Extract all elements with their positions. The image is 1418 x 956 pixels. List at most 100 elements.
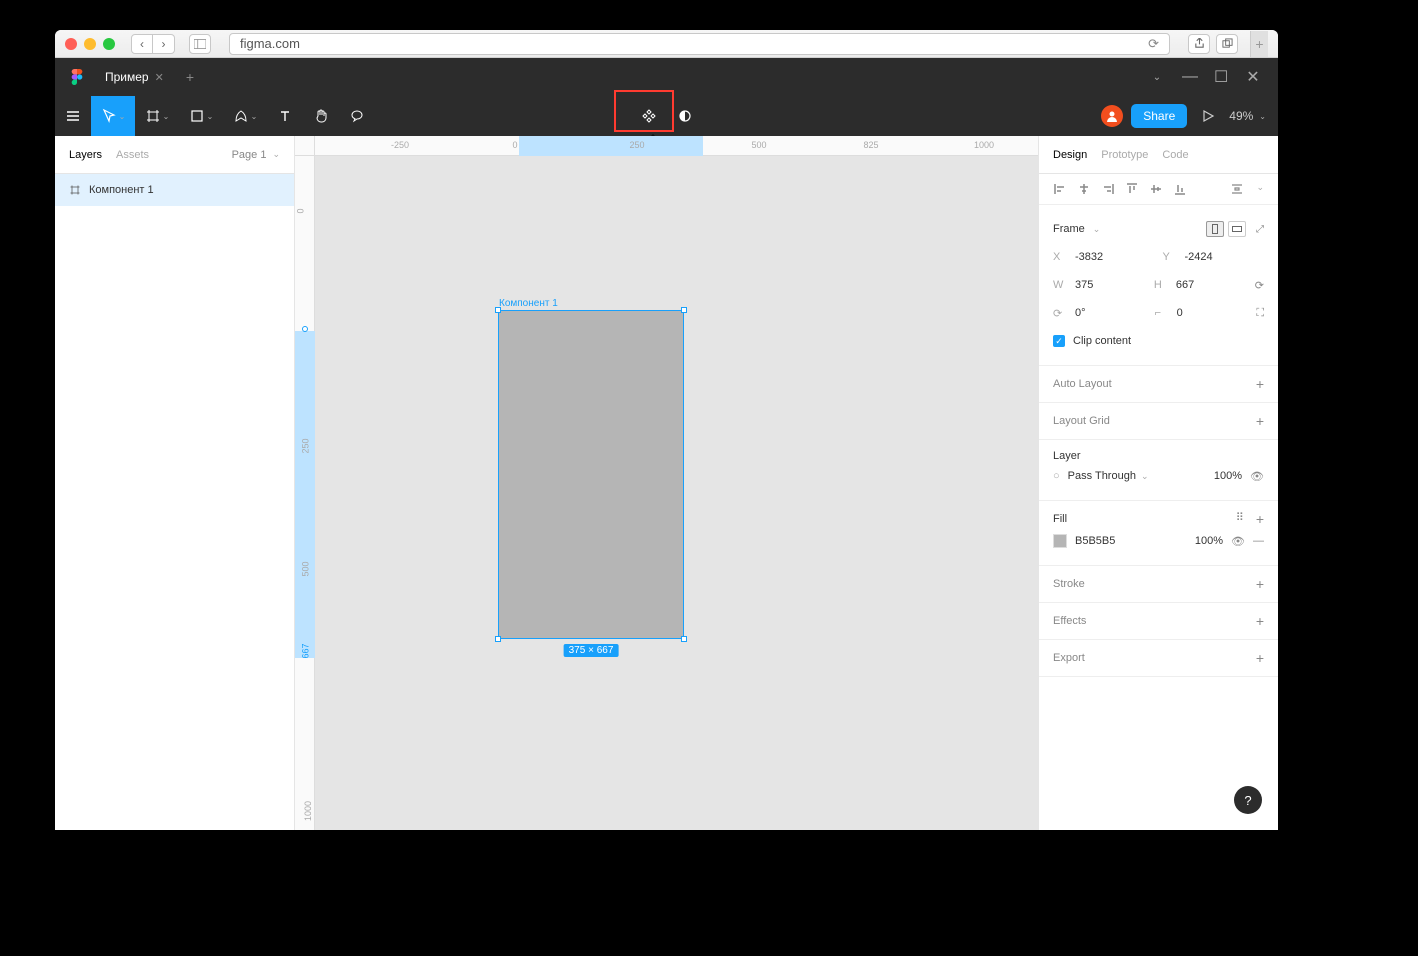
layer-opacity-input[interactable]: 100% [1214, 470, 1242, 482]
distribute-icon[interactable] [1230, 182, 1244, 196]
resize-to-fit-icon[interactable]: ⤢ [1256, 224, 1264, 235]
fill-visibility-icon[interactable]: 👁 [1231, 535, 1245, 548]
chevron-down-icon: ⌄ [1093, 224, 1101, 235]
close-window-icon[interactable] [65, 38, 77, 50]
chevron-down-icon: ⌄ [207, 112, 214, 121]
dimension-label: 375 × 667 [564, 644, 619, 657]
y-input[interactable]: -2424 [1185, 251, 1265, 263]
canvas[interactable]: -250 0 250 500 825 1000 0 250 500 667 10… [295, 136, 1038, 830]
minimize-icon[interactable]: — [1182, 68, 1196, 86]
clip-content-label: Clip content [1073, 335, 1131, 347]
blend-mode-select[interactable]: Pass Through ⌄ [1068, 470, 1206, 482]
tabs-icon[interactable] [1216, 34, 1238, 54]
fill-opacity-input[interactable]: 100% [1195, 535, 1223, 547]
assets-tab[interactable]: Assets [116, 149, 149, 161]
forward-button[interactable]: › [153, 34, 175, 54]
auto-layout-label: Auto Layout [1053, 378, 1112, 390]
x-input[interactable]: -3832 [1075, 251, 1155, 263]
add-fill-button[interactable]: + [1256, 511, 1264, 527]
close-tab-icon[interactable]: ✕ [155, 71, 164, 84]
align-top-icon[interactable] [1125, 182, 1139, 196]
resize-handle-nw[interactable] [495, 307, 501, 313]
add-layout-grid-button[interactable]: + [1256, 413, 1264, 429]
file-tab[interactable]: Пример ✕ [95, 64, 174, 90]
add-export-button[interactable]: + [1256, 650, 1264, 666]
zoom-menu[interactable]: 49%⌄ [1229, 109, 1266, 123]
chevron-down-icon[interactable]: ⌄ [1150, 72, 1164, 83]
add-effect-button[interactable]: + [1256, 613, 1264, 629]
design-tab[interactable]: Design [1053, 149, 1087, 161]
url-bar[interactable]: figma.com ⟳ [229, 33, 1170, 55]
page-label: Page 1 [232, 149, 267, 161]
align-left-icon[interactable] [1053, 182, 1067, 196]
mask-button[interactable] [667, 96, 703, 136]
pen-tool[interactable]: ⌄ [223, 96, 267, 136]
share-button[interactable]: Share [1131, 104, 1187, 128]
fill-swatch[interactable] [1053, 534, 1067, 548]
code-tab[interactable]: Code [1162, 149, 1188, 161]
frame-label: Компонент 1 [499, 298, 558, 309]
orientation-portrait[interactable] [1206, 221, 1224, 237]
text-tool[interactable] [267, 96, 303, 136]
constrain-proportions-icon[interactable]: ⟳ [1255, 279, 1264, 292]
minimize-window-icon[interactable] [84, 38, 96, 50]
ruler-vertical: 0 250 500 667 1000 [295, 156, 315, 830]
help-button[interactable]: ? [1234, 786, 1262, 814]
present-button[interactable] [1195, 96, 1221, 136]
remove-fill-button[interactable]: — [1253, 535, 1264, 547]
align-bottom-icon[interactable] [1173, 182, 1187, 196]
clip-content-checkbox[interactable]: ✓ [1053, 335, 1065, 347]
export-section-label: Export [1053, 652, 1085, 664]
ruler-origin-icon [302, 326, 308, 332]
close-icon[interactable]: ✕ [1246, 67, 1260, 87]
layer-name: Компонент 1 [89, 184, 154, 196]
layer-row[interactable]: Компонент 1 [55, 174, 294, 206]
move-tool[interactable]: ⌄ [91, 96, 135, 136]
frame-tool[interactable]: ⌄ [135, 96, 179, 136]
resize-handle-sw[interactable] [495, 636, 501, 642]
comment-tool[interactable] [339, 96, 375, 136]
w-label: W [1053, 279, 1067, 291]
layers-tab[interactable]: Layers [69, 149, 102, 161]
resize-handle-se[interactable] [681, 636, 687, 642]
align-right-icon[interactable] [1101, 182, 1115, 196]
add-auto-layout-button[interactable]: + [1256, 376, 1264, 392]
hand-tool[interactable] [303, 96, 339, 136]
ruler-selection-v [295, 331, 315, 658]
selected-frame[interactable]: Компонент 1 [499, 311, 683, 638]
h-input[interactable]: 667 [1176, 279, 1247, 291]
reload-icon[interactable]: ⟳ [1148, 36, 1159, 52]
create-component-button[interactable] [631, 96, 667, 136]
frame-preset-selector[interactable]: Frame⌄ [1053, 223, 1100, 235]
back-button[interactable]: ‹ [131, 34, 153, 54]
visibility-icon[interactable]: 👁 [1250, 470, 1264, 483]
user-avatar[interactable] [1101, 105, 1123, 127]
chevron-down-icon[interactable]: ⌄ [1256, 182, 1264, 196]
figma-logo-icon[interactable] [69, 69, 85, 85]
browser-titlebar: ‹ › figma.com ⟳ + [55, 30, 1278, 58]
corner-input[interactable]: 0 [1177, 307, 1249, 319]
align-hcenter-icon[interactable] [1077, 182, 1091, 196]
align-vcenter-icon[interactable] [1149, 182, 1163, 196]
shape-tool[interactable]: ⌄ [179, 96, 223, 136]
prototype-tab[interactable]: Prototype [1101, 149, 1148, 161]
maximize-window-icon[interactable] [103, 38, 115, 50]
independent-corners-icon[interactable]: ⛶ [1256, 307, 1264, 320]
orientation-landscape[interactable] [1228, 221, 1246, 237]
share-icon[interactable] [1188, 34, 1210, 54]
chevron-down-icon: ⌄ [251, 112, 258, 121]
maximize-icon[interactable]: ☐ [1214, 67, 1228, 87]
page-selector[interactable]: Page 1⌄ [232, 149, 280, 161]
fill-hex-input[interactable]: B5B5B5 [1075, 535, 1187, 547]
menu-button[interactable] [55, 96, 91, 136]
style-icon[interactable]: ⠿ [1236, 511, 1244, 527]
add-stroke-button[interactable]: + [1256, 576, 1264, 592]
rotation-icon: ⟳ [1053, 307, 1067, 320]
sidebar-toggle-icon[interactable] [189, 34, 211, 54]
zoom-value: 49% [1229, 109, 1253, 123]
resize-handle-ne[interactable] [681, 307, 687, 313]
new-tab-button[interactable]: + [1250, 31, 1268, 57]
w-input[interactable]: 375 [1075, 279, 1146, 291]
add-tab-button[interactable]: + [178, 65, 202, 89]
rotation-input[interactable]: 0° [1075, 307, 1147, 319]
